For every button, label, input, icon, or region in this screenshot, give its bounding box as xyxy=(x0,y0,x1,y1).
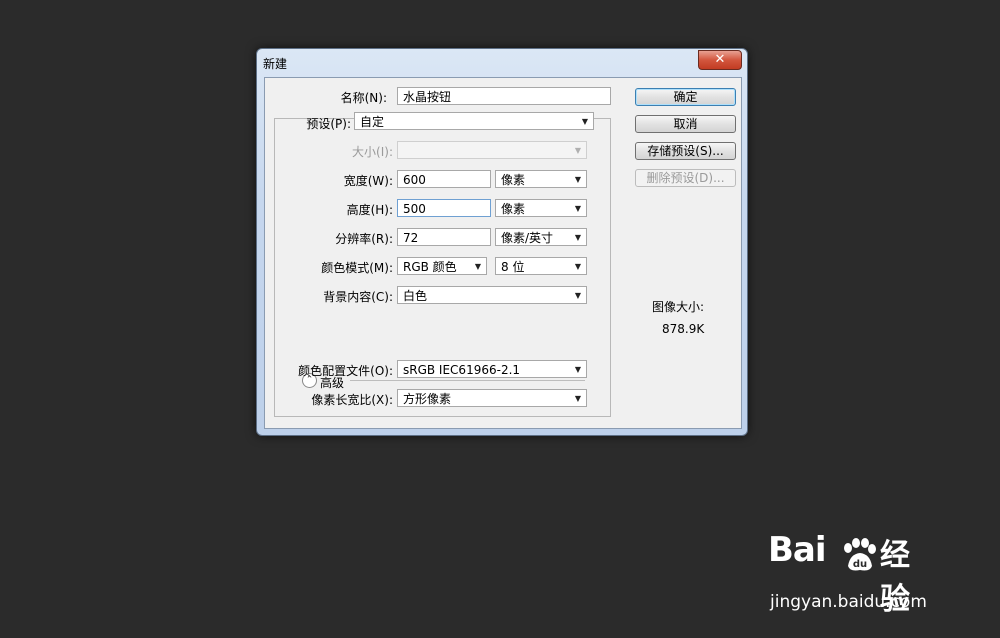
width-unit-select[interactable]: 像素 xyxy=(495,170,587,189)
image-size-value: 878.9K xyxy=(662,322,705,336)
width-input[interactable]: 600 xyxy=(397,170,491,188)
preset-select[interactable]: 自定 xyxy=(354,112,594,131)
resolution-unit-select[interactable]: 像素/英寸 xyxy=(495,228,587,247)
name-input[interactable]: 水晶按钮 xyxy=(397,87,611,105)
save-preset-button[interactable]: 存储预设(S)... xyxy=(635,142,736,160)
image-size-label: 图像大小: xyxy=(652,300,705,314)
close-icon: ✕ xyxy=(714,52,726,67)
background-select[interactable]: 白色 xyxy=(397,286,587,305)
pixel-aspect-select[interactable]: 方形像素 xyxy=(397,389,587,408)
preset-label: 预设(P): xyxy=(306,117,351,131)
advanced-divider xyxy=(350,380,585,381)
pixel-aspect-label: 像素长宽比(X): xyxy=(311,393,393,407)
height-label: 高度(H): xyxy=(346,203,393,217)
baidu-jingyan-watermark: Bai du 经验 jingyan.baidu.com xyxy=(768,530,927,617)
background-label: 背景内容(C): xyxy=(323,290,393,304)
size-label: 大小(I): xyxy=(352,145,393,159)
height-unit-select[interactable]: 像素 xyxy=(495,199,587,218)
color-mode-label: 颜色模式(M): xyxy=(321,261,393,275)
color-profile-select[interactable]: sRGB IEC61966-2.1 xyxy=(397,360,587,379)
color-mode-select[interactable]: RGB 颜色 xyxy=(397,257,487,276)
new-document-dialog: 新建 ✕ 名称(N): 水晶按钮 预设(P): 自定 大小(I): 宽度(W):… xyxy=(256,48,748,436)
dialog-body: 名称(N): 水晶按钮 预设(P): 自定 大小(I): 宽度(W): 600 … xyxy=(264,77,742,429)
resolution-input[interactable]: 72 xyxy=(397,228,491,246)
title-bar[interactable]: 新建 ✕ xyxy=(257,49,747,77)
svg-text:du: du xyxy=(853,559,867,570)
dialog-title: 新建 xyxy=(263,57,288,71)
watermark-url: jingyan.baidu.com xyxy=(770,592,927,612)
height-input[interactable]: 500 xyxy=(397,199,491,217)
close-button[interactable]: ✕ xyxy=(698,50,742,70)
color-profile-label: 颜色配置文件(O): xyxy=(298,364,393,378)
delete-preset-button[interactable]: 删除预设(D)... xyxy=(635,169,736,187)
baidu-paw-logo: du xyxy=(844,538,876,571)
watermark-brand-left: Bai xyxy=(768,530,827,570)
size-select[interactable] xyxy=(397,141,587,160)
ok-button[interactable]: 确定 xyxy=(635,88,736,106)
width-label: 宽度(W): xyxy=(343,174,393,188)
cancel-button[interactable]: 取消 xyxy=(635,115,736,133)
resolution-label: 分辨率(R): xyxy=(335,232,393,246)
name-label: 名称(N): xyxy=(340,91,387,105)
bit-depth-select[interactable]: 8 位 xyxy=(495,257,587,276)
